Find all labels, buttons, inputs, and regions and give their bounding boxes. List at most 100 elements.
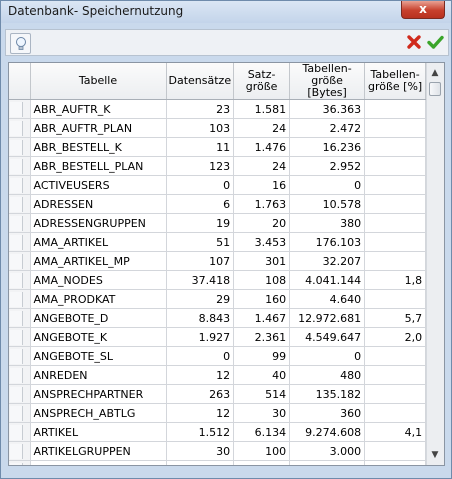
- data-grid[interactable]: Tabelle Datensätze Satz-größe Tabellen-g…: [8, 62, 445, 466]
- table-row[interactable]: ABR_AUFTR_PLAN 103 24 2.472: [9, 118, 427, 138]
- cell-bytes[interactable]: 416: [289, 460, 366, 465]
- cell-name[interactable]: ABR_BESTELL_K: [30, 137, 167, 157]
- table-row[interactable]: ADRESSENGRUPPEN 19 20 380: [9, 213, 427, 233]
- cell-records[interactable]: 29: [166, 289, 235, 309]
- cell-records[interactable]: 11: [166, 137, 235, 157]
- ok-button[interactable]: [425, 32, 445, 52]
- table-row[interactable]: ARTIKELGRUPPEN 30 100 3.000: [9, 441, 427, 461]
- cell-size[interactable]: 6.134: [233, 422, 291, 442]
- table-row[interactable]: ABR_BESTELL_PLAN 123 24 2.952: [9, 156, 427, 176]
- cell-size[interactable]: 100: [233, 441, 291, 461]
- cell-pct[interactable]: [364, 441, 427, 461]
- cell-name[interactable]: ANGEBOTE_SL: [30, 346, 167, 366]
- row-indicator[interactable]: [9, 403, 31, 423]
- column-header-table[interactable]: Tabelle: [30, 63, 167, 100]
- table-row[interactable]: ANGEBOTE_D 8.843 1.467 12.972.681 5,7: [9, 308, 427, 328]
- cell-pct[interactable]: 5,7: [364, 308, 427, 328]
- close-button[interactable]: x: [401, 1, 445, 19]
- cell-name[interactable]: ADRESSENGRUPPEN: [30, 213, 167, 233]
- cell-pct[interactable]: [364, 118, 427, 138]
- cell-records[interactable]: 0: [166, 346, 235, 366]
- table-row[interactable]: ARTIKEL 1.512 6.134 9.274.608 4,1: [9, 422, 427, 442]
- lightbulb-button[interactable]: [10, 33, 31, 54]
- table-row[interactable]: ARTIKELTEXTE_KU4104416: [9, 460, 427, 465]
- cell-bytes[interactable]: 9.274.608: [289, 422, 366, 442]
- cell-size[interactable]: 301: [233, 251, 291, 271]
- cell-pct[interactable]: [364, 384, 427, 404]
- cell-bytes[interactable]: 16.236: [289, 137, 366, 157]
- cell-size[interactable]: 30: [233, 403, 291, 423]
- table-row[interactable]: AMA_NODES 37.418 108 4.041.144 1,8: [9, 270, 427, 290]
- cell-name[interactable]: ANSPRECHPARTNER: [30, 384, 167, 404]
- cell-records[interactable]: 51: [166, 232, 235, 252]
- table-row[interactable]: ANSPRECHPARTNER 263 514 135.182: [9, 384, 427, 404]
- row-indicator[interactable]: [9, 137, 31, 157]
- cell-name[interactable]: ARTIKELTEXTE_KU: [30, 460, 167, 465]
- cell-size[interactable]: 16: [233, 175, 291, 195]
- cell-bytes[interactable]: 480: [289, 365, 366, 385]
- cell-records[interactable]: 8.843: [166, 308, 235, 328]
- cell-bytes[interactable]: 135.182: [289, 384, 366, 404]
- cell-size[interactable]: 2.361: [233, 327, 291, 347]
- cell-pct[interactable]: [364, 175, 427, 195]
- cell-size[interactable]: 24: [233, 118, 291, 138]
- cell-pct[interactable]: [364, 194, 427, 214]
- cell-size[interactable]: 1.763: [233, 194, 291, 214]
- vertical-scrollbar[interactable]: ▲ ▼: [426, 63, 444, 465]
- column-header-table-percent[interactable]: Tabellen-größe [%]: [364, 63, 427, 100]
- cell-name[interactable]: ARTIKEL: [30, 422, 167, 442]
- cell-name[interactable]: AMA_PRODKAT: [30, 289, 167, 309]
- cell-name[interactable]: ARTIKELGRUPPEN: [30, 441, 167, 461]
- cell-bytes[interactable]: 176.103: [289, 232, 366, 252]
- cell-bytes[interactable]: 4.640: [289, 289, 366, 309]
- row-indicator[interactable]: [9, 99, 31, 119]
- row-indicator[interactable]: [9, 289, 31, 309]
- row-indicator[interactable]: [9, 232, 31, 252]
- cell-pct[interactable]: [364, 213, 427, 233]
- cell-size[interactable]: 108: [233, 270, 291, 290]
- cell-size[interactable]: 20: [233, 213, 291, 233]
- cell-pct[interactable]: [364, 137, 427, 157]
- scroll-down-arrow-icon[interactable]: ▼: [427, 447, 443, 463]
- cell-bytes[interactable]: 36.363: [289, 99, 366, 119]
- table-row[interactable]: ANSPRECH_ABTLG 12 30 360: [9, 403, 427, 423]
- scroll-up-arrow-icon[interactable]: ▲: [427, 65, 443, 81]
- cell-bytes[interactable]: 2.472: [289, 118, 366, 138]
- row-indicator[interactable]: [9, 327, 31, 347]
- cell-size[interactable]: 160: [233, 289, 291, 309]
- cell-name[interactable]: ANREDEN: [30, 365, 167, 385]
- cell-pct[interactable]: [364, 232, 427, 252]
- cell-bytes[interactable]: 12.972.681: [289, 308, 366, 328]
- cell-name[interactable]: ABR_AUFTR_K: [30, 99, 167, 119]
- cell-bytes[interactable]: 4.549.647: [289, 327, 366, 347]
- row-indicator[interactable]: [9, 194, 31, 214]
- cell-records[interactable]: 123: [166, 156, 235, 176]
- cell-records[interactable]: 263: [166, 384, 235, 404]
- cell-records[interactable]: 0: [166, 175, 235, 195]
- cell-bytes[interactable]: 360: [289, 403, 366, 423]
- cell-name[interactable]: ACTIVEUSERS: [30, 175, 167, 195]
- cell-name[interactable]: ABR_AUFTR_PLAN: [30, 118, 167, 138]
- table-row[interactable]: ADRESSEN 6 1.763 10.578: [9, 194, 427, 214]
- cell-records[interactable]: 19: [166, 213, 235, 233]
- table-row[interactable]: AMA_ARTIKEL_MP 107 301 32.207: [9, 251, 427, 271]
- cell-size[interactable]: 1.581: [233, 99, 291, 119]
- row-indicator[interactable]: [9, 365, 31, 385]
- cell-bytes[interactable]: 10.578: [289, 194, 366, 214]
- cell-bytes[interactable]: 2.952: [289, 156, 366, 176]
- cell-name[interactable]: AMA_ARTIKEL_MP: [30, 251, 167, 271]
- cell-bytes[interactable]: 0: [289, 175, 366, 195]
- cell-size[interactable]: 3.453: [233, 232, 291, 252]
- row-indicator[interactable]: [9, 251, 31, 271]
- cell-bytes[interactable]: 0: [289, 346, 366, 366]
- table-row[interactable]: ANGEBOTE_K 1.927 2.361 4.549.647 2,0: [9, 327, 427, 347]
- scrollbar-thumb[interactable]: [429, 82, 441, 96]
- table-row[interactable]: AMA_PRODKAT 29 160 4.640: [9, 289, 427, 309]
- cell-records[interactable]: 12: [166, 365, 235, 385]
- column-header-records[interactable]: Datensätze: [166, 63, 235, 100]
- cell-pct[interactable]: [364, 403, 427, 423]
- cell-records[interactable]: 107: [166, 251, 235, 271]
- cell-size[interactable]: 24: [233, 156, 291, 176]
- cell-pct[interactable]: [364, 365, 427, 385]
- cell-pct[interactable]: 1,8: [364, 270, 427, 290]
